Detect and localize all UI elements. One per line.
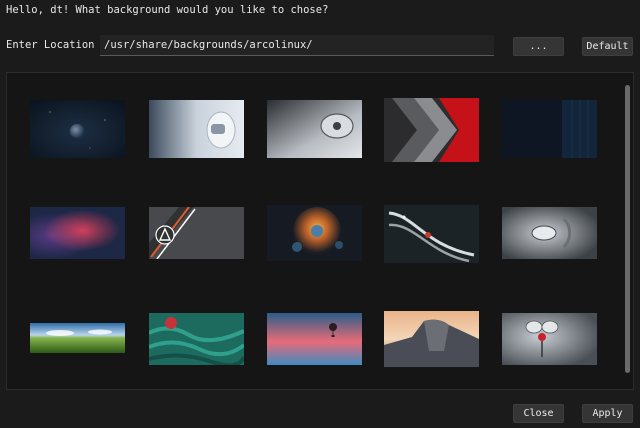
fractal-flower-wallpaper[interactable] bbox=[267, 205, 362, 261]
robot-bug-wallpaper[interactable] bbox=[502, 313, 597, 365]
green-landscape-wallpaper[interactable] bbox=[30, 323, 125, 353]
location-input[interactable] bbox=[100, 35, 494, 56]
dark-blue-wallpaper[interactable] bbox=[502, 100, 597, 158]
green-yarn-wallpaper[interactable] bbox=[149, 313, 244, 365]
grey-drone-wallpaper[interactable] bbox=[502, 207, 597, 259]
apply-button[interactable]: Apply bbox=[582, 404, 633, 423]
blur-bokeh-wallpaper[interactable] bbox=[30, 207, 125, 259]
arcolinux-logo-wallpaper[interactable] bbox=[149, 207, 244, 259]
background-chooser-window: Hello, dt! What background would you lik… bbox=[0, 0, 640, 428]
red-chevron-wallpaper[interactable] bbox=[384, 98, 479, 162]
silver-machine-wallpaper[interactable] bbox=[267, 100, 362, 158]
dna-strand-wallpaper[interactable] bbox=[384, 205, 479, 263]
location-label: Enter Location bbox=[6, 39, 95, 51]
close-button[interactable]: Close bbox=[513, 404, 564, 423]
default-button[interactable]: Default bbox=[582, 37, 633, 56]
mountain-dome-wallpaper[interactable] bbox=[384, 311, 479, 367]
wallpaper-gallery[interactable] bbox=[6, 72, 634, 390]
greeting-text: Hello, dt! What background would you lik… bbox=[6, 4, 329, 16]
sunset-balloon-wallpaper[interactable] bbox=[267, 313, 362, 365]
white-robot-wallpaper[interactable] bbox=[149, 100, 244, 158]
earth-space-wallpaper[interactable] bbox=[30, 100, 125, 158]
gallery-scrollbar[interactable] bbox=[625, 85, 630, 373]
browse-button[interactable]: ... bbox=[513, 37, 564, 56]
